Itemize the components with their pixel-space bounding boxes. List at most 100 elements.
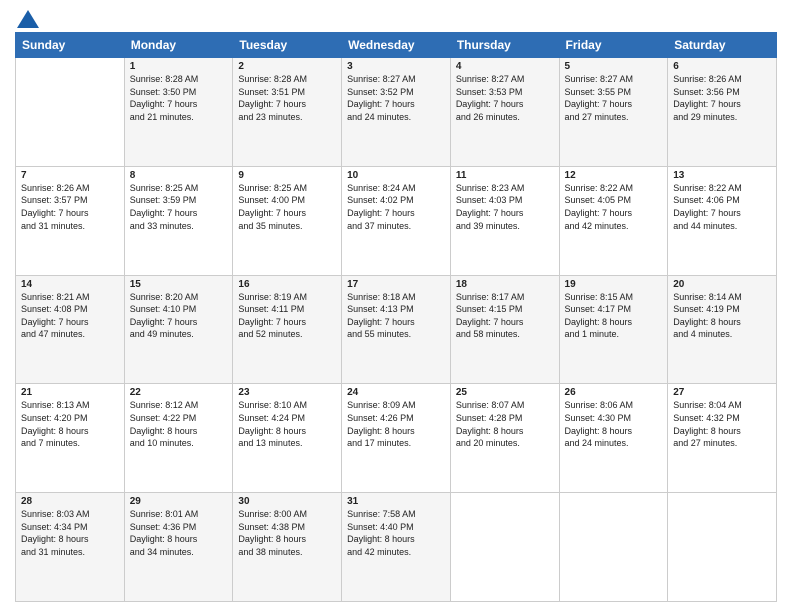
header: [15, 10, 777, 26]
cell-content: Sunrise: 8:12 AMSunset: 4:22 PMDaylight:…: [130, 399, 228, 449]
column-header-sunday: Sunday: [16, 33, 125, 58]
calendar-cell: 20Sunrise: 8:14 AMSunset: 4:19 PMDayligh…: [668, 275, 777, 384]
calendar-cell: 30Sunrise: 8:00 AMSunset: 4:38 PMDayligh…: [233, 493, 342, 602]
cell-content: Sunrise: 8:27 AMSunset: 3:52 PMDaylight:…: [347, 73, 445, 123]
calendar-cell: 22Sunrise: 8:12 AMSunset: 4:22 PMDayligh…: [124, 384, 233, 493]
day-number: 2: [238, 61, 336, 72]
cell-content: Sunrise: 8:25 AMSunset: 3:59 PMDaylight:…: [130, 182, 228, 232]
day-number: 22: [130, 387, 228, 398]
cell-content: Sunrise: 8:00 AMSunset: 4:38 PMDaylight:…: [238, 508, 336, 558]
cell-content: Sunrise: 7:58 AMSunset: 4:40 PMDaylight:…: [347, 508, 445, 558]
day-number: 6: [673, 61, 771, 72]
calendar-cell: 26Sunrise: 8:06 AMSunset: 4:30 PMDayligh…: [559, 384, 668, 493]
day-number: 30: [238, 496, 336, 507]
calendar-cell: 13Sunrise: 8:22 AMSunset: 4:06 PMDayligh…: [668, 166, 777, 275]
calendar-cell: [559, 493, 668, 602]
cell-content: Sunrise: 8:25 AMSunset: 4:00 PMDaylight:…: [238, 182, 336, 232]
calendar-cell: [450, 493, 559, 602]
week-row-3: 14Sunrise: 8:21 AMSunset: 4:08 PMDayligh…: [16, 275, 777, 384]
day-number: 24: [347, 387, 445, 398]
calendar-cell: 17Sunrise: 8:18 AMSunset: 4:13 PMDayligh…: [342, 275, 451, 384]
day-number: 4: [456, 61, 554, 72]
calendar-cell: 8Sunrise: 8:25 AMSunset: 3:59 PMDaylight…: [124, 166, 233, 275]
cell-content: Sunrise: 8:19 AMSunset: 4:11 PMDaylight:…: [238, 291, 336, 341]
cell-content: Sunrise: 8:18 AMSunset: 4:13 PMDaylight:…: [347, 291, 445, 341]
calendar-cell: 23Sunrise: 8:10 AMSunset: 4:24 PMDayligh…: [233, 384, 342, 493]
cell-content: Sunrise: 8:10 AMSunset: 4:24 PMDaylight:…: [238, 399, 336, 449]
column-header-monday: Monday: [124, 33, 233, 58]
calendar-cell: 12Sunrise: 8:22 AMSunset: 4:05 PMDayligh…: [559, 166, 668, 275]
calendar-cell: 7Sunrise: 8:26 AMSunset: 3:57 PMDaylight…: [16, 166, 125, 275]
day-number: 15: [130, 279, 228, 290]
day-number: 13: [673, 170, 771, 181]
cell-content: Sunrise: 8:04 AMSunset: 4:32 PMDaylight:…: [673, 399, 771, 449]
day-number: 3: [347, 61, 445, 72]
day-number: 19: [565, 279, 663, 290]
day-number: 17: [347, 279, 445, 290]
cell-content: Sunrise: 8:09 AMSunset: 4:26 PMDaylight:…: [347, 399, 445, 449]
cell-content: Sunrise: 8:27 AMSunset: 3:55 PMDaylight:…: [565, 73, 663, 123]
day-number: 14: [21, 279, 119, 290]
cell-content: Sunrise: 8:26 AMSunset: 3:56 PMDaylight:…: [673, 73, 771, 123]
cell-content: Sunrise: 8:27 AMSunset: 3:53 PMDaylight:…: [456, 73, 554, 123]
cell-content: Sunrise: 8:13 AMSunset: 4:20 PMDaylight:…: [21, 399, 119, 449]
column-header-thursday: Thursday: [450, 33, 559, 58]
calendar-cell: [16, 58, 125, 167]
cell-content: Sunrise: 8:17 AMSunset: 4:15 PMDaylight:…: [456, 291, 554, 341]
day-number: 28: [21, 496, 119, 507]
cell-content: Sunrise: 8:23 AMSunset: 4:03 PMDaylight:…: [456, 182, 554, 232]
calendar-table: SundayMondayTuesdayWednesdayThursdayFrid…: [15, 32, 777, 602]
calendar-cell: 29Sunrise: 8:01 AMSunset: 4:36 PMDayligh…: [124, 493, 233, 602]
column-header-saturday: Saturday: [668, 33, 777, 58]
cell-content: Sunrise: 8:14 AMSunset: 4:19 PMDaylight:…: [673, 291, 771, 341]
cell-content: Sunrise: 8:15 AMSunset: 4:17 PMDaylight:…: [565, 291, 663, 341]
day-number: 12: [565, 170, 663, 181]
cell-content: Sunrise: 8:24 AMSunset: 4:02 PMDaylight:…: [347, 182, 445, 232]
column-header-friday: Friday: [559, 33, 668, 58]
calendar-cell: 10Sunrise: 8:24 AMSunset: 4:02 PMDayligh…: [342, 166, 451, 275]
calendar-cell: 28Sunrise: 8:03 AMSunset: 4:34 PMDayligh…: [16, 493, 125, 602]
column-header-wednesday: Wednesday: [342, 33, 451, 58]
week-row-2: 7Sunrise: 8:26 AMSunset: 3:57 PMDaylight…: [16, 166, 777, 275]
cell-content: Sunrise: 8:26 AMSunset: 3:57 PMDaylight:…: [21, 182, 119, 232]
calendar-cell: 24Sunrise: 8:09 AMSunset: 4:26 PMDayligh…: [342, 384, 451, 493]
day-number: 25: [456, 387, 554, 398]
calendar-cell: 11Sunrise: 8:23 AMSunset: 4:03 PMDayligh…: [450, 166, 559, 275]
calendar-cell: 2Sunrise: 8:28 AMSunset: 3:51 PMDaylight…: [233, 58, 342, 167]
calendar-cell: 14Sunrise: 8:21 AMSunset: 4:08 PMDayligh…: [16, 275, 125, 384]
week-row-1: 1Sunrise: 8:28 AMSunset: 3:50 PMDaylight…: [16, 58, 777, 167]
calendar-cell: 16Sunrise: 8:19 AMSunset: 4:11 PMDayligh…: [233, 275, 342, 384]
day-number: 21: [21, 387, 119, 398]
cell-content: Sunrise: 8:06 AMSunset: 4:30 PMDaylight:…: [565, 399, 663, 449]
calendar-cell: 4Sunrise: 8:27 AMSunset: 3:53 PMDaylight…: [450, 58, 559, 167]
cell-content: Sunrise: 8:03 AMSunset: 4:34 PMDaylight:…: [21, 508, 119, 558]
cell-content: Sunrise: 8:20 AMSunset: 4:10 PMDaylight:…: [130, 291, 228, 341]
calendar-cell: 31Sunrise: 7:58 AMSunset: 4:40 PMDayligh…: [342, 493, 451, 602]
logo-icon: [17, 10, 39, 28]
day-number: 16: [238, 279, 336, 290]
day-number: 26: [565, 387, 663, 398]
calendar-cell: 21Sunrise: 8:13 AMSunset: 4:20 PMDayligh…: [16, 384, 125, 493]
day-number: 20: [673, 279, 771, 290]
calendar-cell: 3Sunrise: 8:27 AMSunset: 3:52 PMDaylight…: [342, 58, 451, 167]
calendar-cell: 15Sunrise: 8:20 AMSunset: 4:10 PMDayligh…: [124, 275, 233, 384]
day-number: 8: [130, 170, 228, 181]
day-number: 29: [130, 496, 228, 507]
cell-content: Sunrise: 8:28 AMSunset: 3:50 PMDaylight:…: [130, 73, 228, 123]
header-row: SundayMondayTuesdayWednesdayThursdayFrid…: [16, 33, 777, 58]
cell-content: Sunrise: 8:22 AMSunset: 4:06 PMDaylight:…: [673, 182, 771, 232]
day-number: 27: [673, 387, 771, 398]
calendar-cell: 5Sunrise: 8:27 AMSunset: 3:55 PMDaylight…: [559, 58, 668, 167]
cell-content: Sunrise: 8:28 AMSunset: 3:51 PMDaylight:…: [238, 73, 336, 123]
calendar-cell: 19Sunrise: 8:15 AMSunset: 4:17 PMDayligh…: [559, 275, 668, 384]
column-header-tuesday: Tuesday: [233, 33, 342, 58]
day-number: 9: [238, 170, 336, 181]
calendar-cell: [668, 493, 777, 602]
day-number: 31: [347, 496, 445, 507]
calendar-cell: 6Sunrise: 8:26 AMSunset: 3:56 PMDaylight…: [668, 58, 777, 167]
day-number: 10: [347, 170, 445, 181]
calendar-cell: 9Sunrise: 8:25 AMSunset: 4:00 PMDaylight…: [233, 166, 342, 275]
day-number: 7: [21, 170, 119, 181]
calendar-cell: 18Sunrise: 8:17 AMSunset: 4:15 PMDayligh…: [450, 275, 559, 384]
calendar-cell: 27Sunrise: 8:04 AMSunset: 4:32 PMDayligh…: [668, 384, 777, 493]
